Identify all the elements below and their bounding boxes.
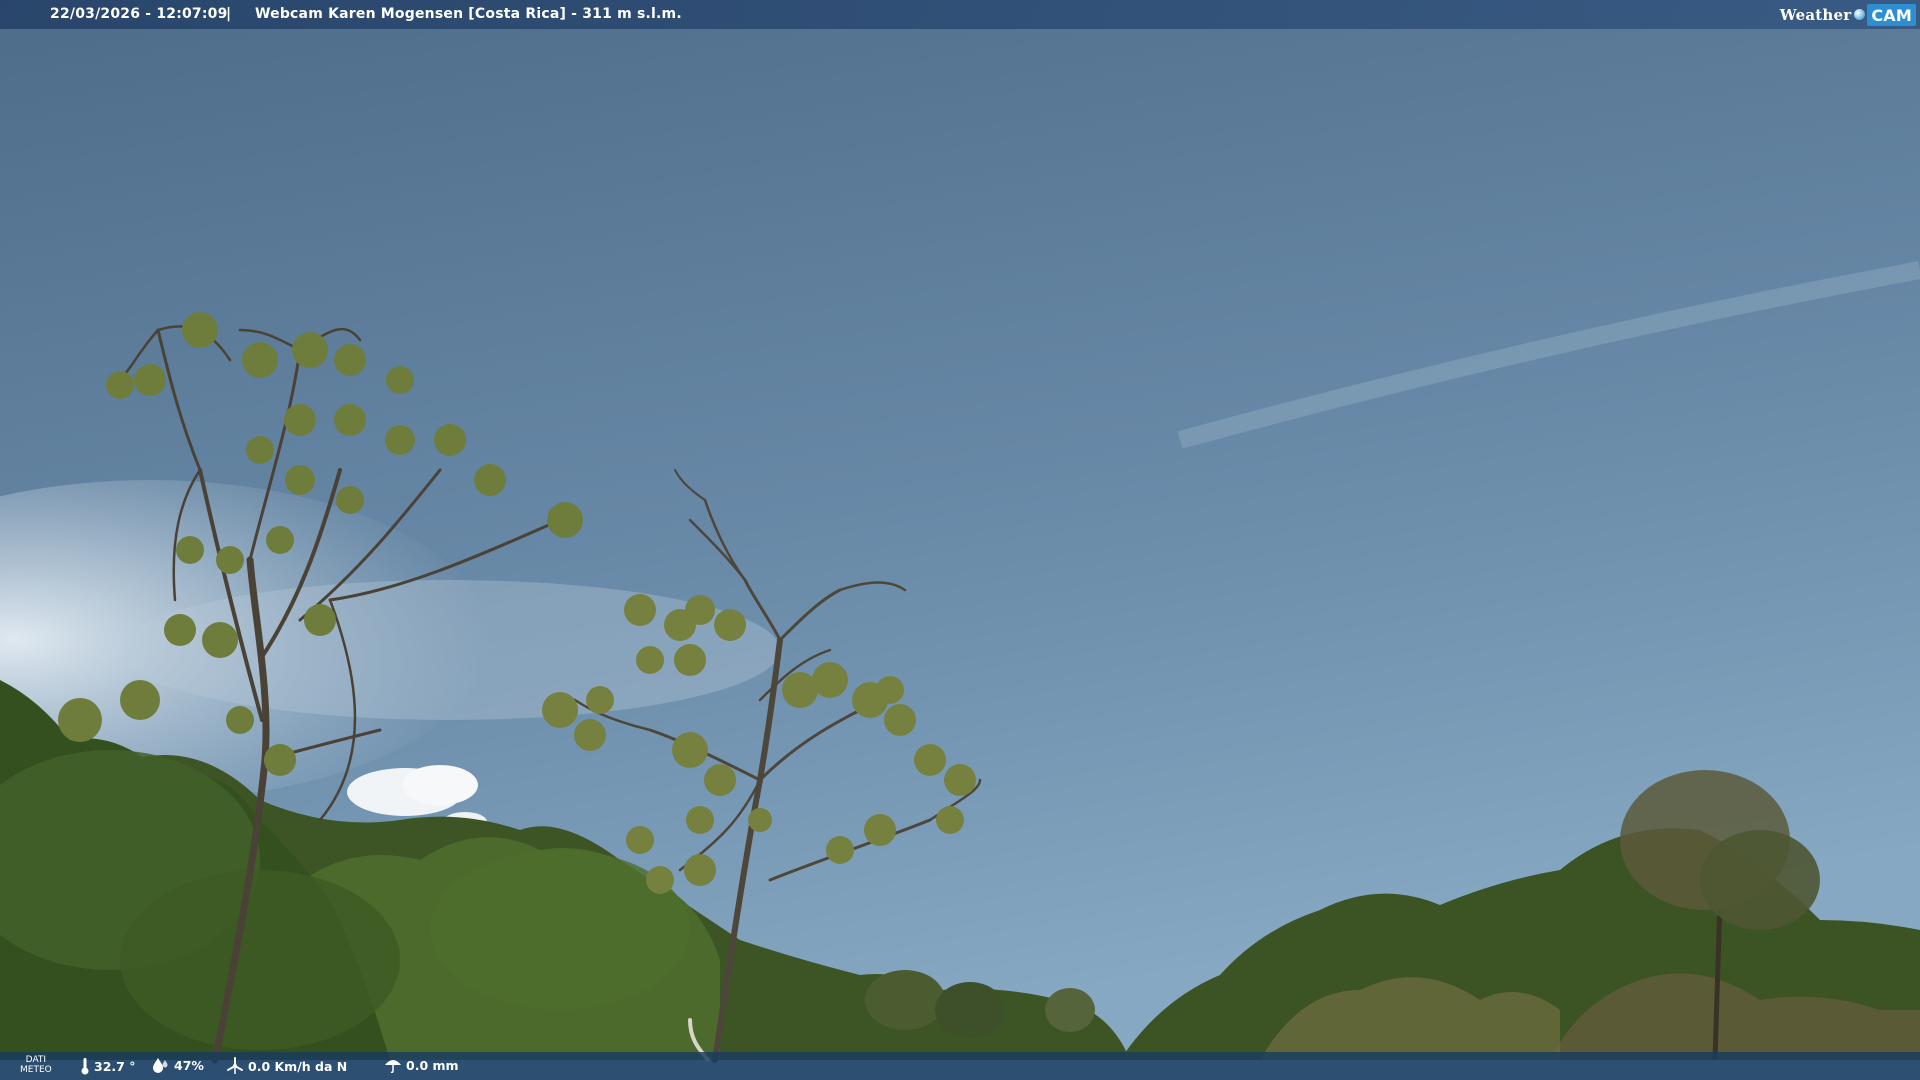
humidity-reading: 47% (152, 1057, 204, 1073)
rain-value: 0.0 mm (406, 1057, 459, 1073)
weathercam-logo[interactable]: Weather CAM (1780, 0, 1920, 29)
temperature-value: 32.7 ° (94, 1058, 136, 1074)
logo-word: Weather (1779, 5, 1852, 24)
timestamp: 22/03/2026 - 12:07:09 (50, 6, 228, 22)
dati-line2: METEO (20, 1065, 52, 1075)
humidity-drop-icon (153, 1058, 168, 1073)
humidity-value: 47% (174, 1057, 204, 1073)
webcam-title: Webcam Karen Mogensen [Costa Rica] - 311… (255, 6, 682, 22)
rain-icon (385, 1060, 401, 1073)
rain-reading: 0.0 mm (384, 1057, 459, 1073)
webcam-image (0, 0, 1920, 1080)
logo-globe-icon (1854, 9, 1866, 20)
wind-icon (227, 1057, 243, 1074)
webcam-view: 22/03/2026 - 12:07:09 | Webcam Karen Mog… (0, 0, 1920, 1080)
header-separator: | (226, 6, 232, 22)
logo-cam: CAM (1867, 3, 1916, 26)
temperature-reading: 32.7 ° (80, 1057, 135, 1075)
wind-reading: 0.0 Km/h da N (226, 1057, 347, 1075)
dati-meteo-label: DATI METEO (20, 1055, 52, 1075)
weather-data-bar: DATI METEO 32.7 ° 47% 0.0 Km/h da N 0.0 … (0, 1052, 1920, 1080)
wind-value: 0.0 Km/h da N (248, 1058, 348, 1074)
thermometer-icon (81, 1058, 89, 1075)
dati-line1: DATI (25, 1055, 47, 1065)
header-bar: 22/03/2026 - 12:07:09 | Webcam Karen Mog… (0, 0, 1920, 29)
